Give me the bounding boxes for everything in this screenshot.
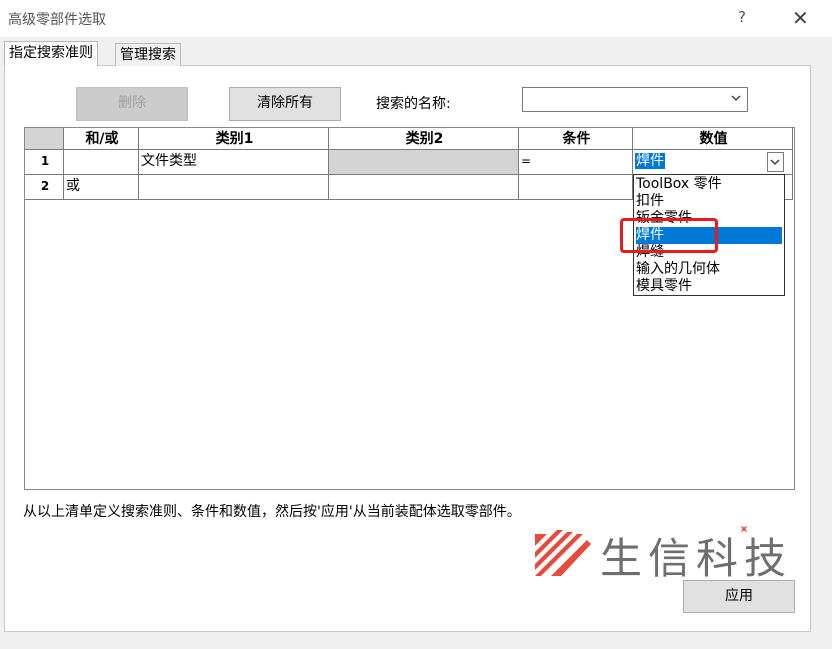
category1-cell[interactable] bbox=[139, 175, 329, 200]
category1-cell[interactable]: 文件类型 bbox=[139, 150, 329, 175]
highlight-box bbox=[620, 218, 718, 253]
col-header-category1: 类别1 bbox=[139, 128, 329, 150]
category2-cell[interactable] bbox=[329, 175, 519, 200]
row-number[interactable]: 1 bbox=[25, 150, 64, 175]
dropdown-option[interactable]: 模具零件 bbox=[636, 278, 782, 295]
value-combo[interactable]: 焊件 bbox=[633, 150, 793, 175]
value-dropdown-button[interactable] bbox=[767, 152, 784, 172]
apply-button[interactable]: 应用 bbox=[683, 580, 795, 613]
col-header-andor: 和/或 bbox=[64, 128, 139, 150]
instruction-text: 从以上清单定义搜索准则、条件和数值，然后按'应用'从当前装配体选取零部件。 bbox=[23, 504, 521, 520]
condition-cell[interactable] bbox=[519, 175, 633, 200]
col-header-value: 数值 bbox=[633, 128, 793, 150]
close-button[interactable]: ✕ bbox=[792, 6, 809, 30]
watermark-text: 生信科技 bbox=[600, 534, 793, 583]
col-header-category2: 类别2 bbox=[329, 128, 519, 150]
clear-all-button[interactable]: 清除所有 bbox=[229, 87, 341, 121]
chevron-down-icon bbox=[770, 159, 780, 165]
col-header-condition: 条件 bbox=[519, 128, 633, 150]
title-bar bbox=[0, 0, 832, 37]
andor-cell[interactable]: 或 bbox=[64, 175, 139, 200]
dropdown-option[interactable]: 扣件 bbox=[636, 193, 782, 210]
row-header-corner bbox=[25, 128, 64, 150]
search-name-label: 搜索的名称: bbox=[376, 96, 451, 112]
andor-cell[interactable] bbox=[64, 150, 139, 175]
tab-manage-search[interactable]: 管理搜索 bbox=[115, 43, 181, 66]
dropdown-option[interactable]: 输入的几何体 bbox=[636, 261, 782, 278]
delete-button[interactable]: 删除 bbox=[76, 87, 188, 121]
help-button[interactable]: ? bbox=[738, 8, 746, 26]
category2-cell bbox=[329, 150, 519, 175]
chevron-down-icon bbox=[731, 95, 741, 101]
window-title: 高级零部件选取 bbox=[8, 12, 106, 28]
logo-icon bbox=[535, 530, 591, 576]
condition-cell[interactable]: = bbox=[519, 150, 633, 175]
dropdown-option[interactable]: ToolBox 零件 bbox=[636, 176, 782, 193]
search-name-combo[interactable] bbox=[522, 87, 748, 112]
row-number[interactable]: 2 bbox=[25, 175, 64, 200]
value-combo-text: 焊件 bbox=[635, 153, 665, 169]
tab-search-criteria[interactable]: 指定搜索准则 bbox=[4, 41, 98, 66]
